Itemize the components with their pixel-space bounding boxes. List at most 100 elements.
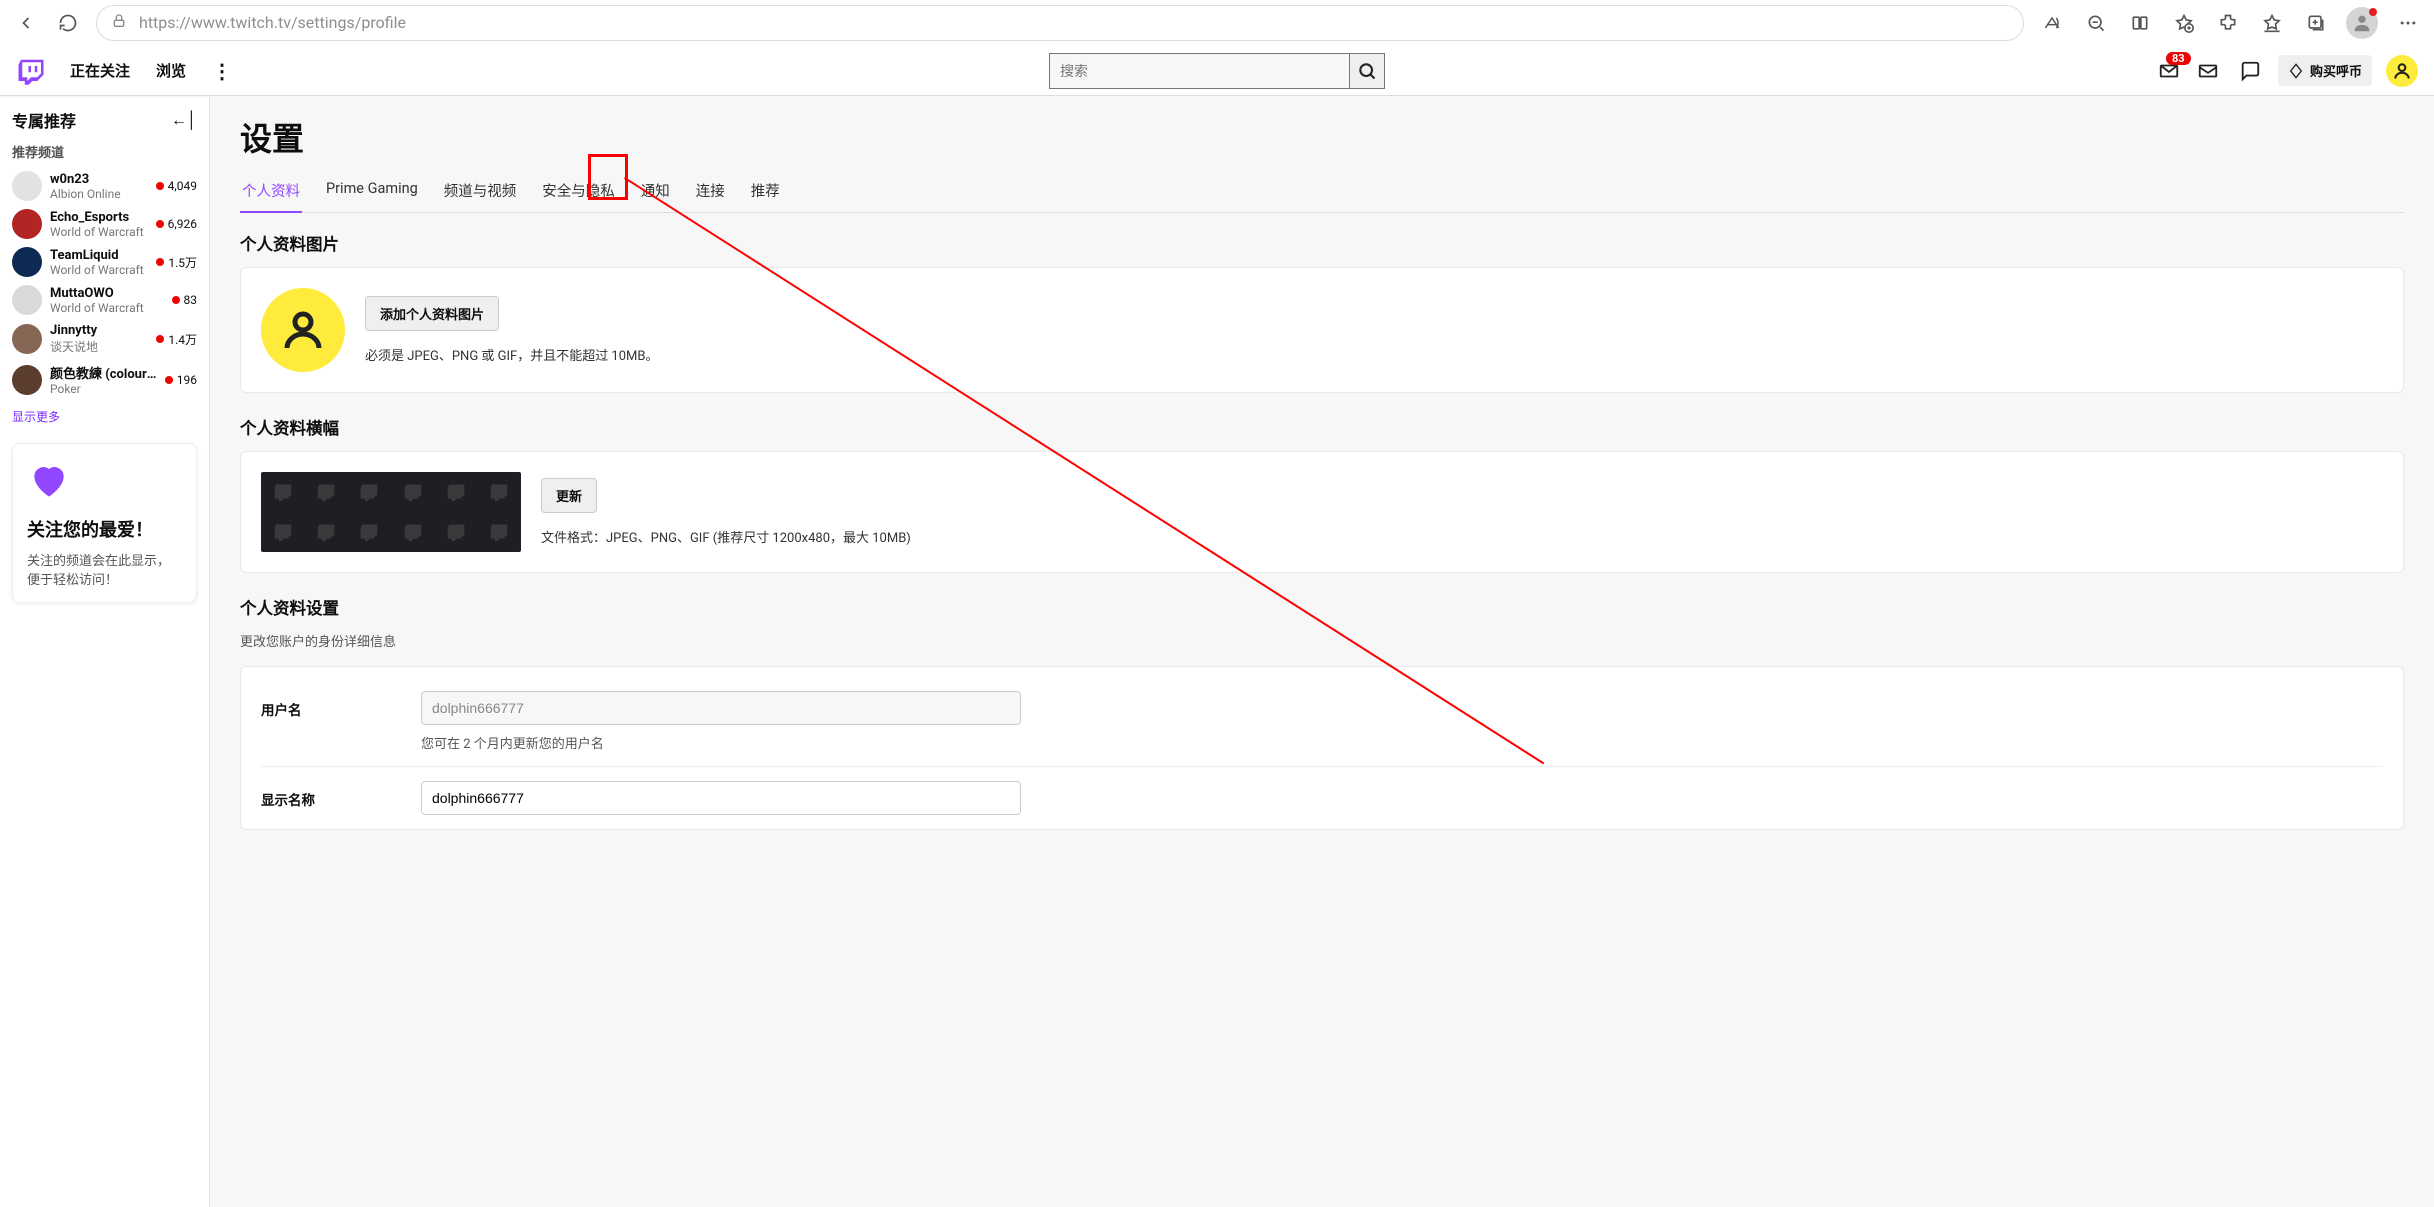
read-aloud-icon[interactable]	[2038, 9, 2066, 37]
channel-avatar	[12, 209, 42, 239]
twitch-logo[interactable]	[16, 56, 46, 86]
channel-game: 谈天说地	[50, 338, 148, 355]
live-dot-icon	[165, 376, 173, 384]
show-more-link[interactable]: 显示更多	[8, 400, 201, 433]
username-helper: 您可在 2 个月内更新您的用户名	[421, 733, 1021, 752]
buy-bits-button[interactable]: 购买呼币	[2278, 55, 2372, 86]
channel-game: World of Warcraft	[50, 263, 148, 277]
sidebar-header: 专属推荐	[12, 108, 76, 132]
channel-name: w0n23	[50, 172, 148, 187]
channel-viewers: 1.4万	[156, 331, 197, 348]
section-profile-pic: 个人资料图片	[240, 231, 2404, 255]
displayname-input[interactable]	[421, 781, 1021, 815]
notif-badge: 83	[2166, 52, 2191, 65]
more-icon[interactable]	[2394, 9, 2422, 37]
favorite-icon[interactable]	[2170, 9, 2198, 37]
split-screen-icon[interactable]	[2126, 9, 2154, 37]
nav-browse[interactable]: 浏览	[156, 60, 186, 81]
tab-6[interactable]: 推荐	[749, 174, 782, 212]
page-title: 设置	[240, 114, 2404, 160]
live-dot-icon	[156, 182, 164, 190]
search-bar	[1049, 53, 1385, 89]
channel-name: 颜色教練 (colour10...	[50, 363, 157, 382]
nav-following[interactable]: 正在关注	[70, 60, 130, 81]
lock-icon	[111, 13, 127, 33]
channel-avatar	[12, 171, 42, 201]
nav-more-icon[interactable]: ⋮	[212, 59, 232, 83]
browser-toolbar: https://www.twitch.tv/settings/profile	[0, 0, 2434, 46]
channel-viewers: 1.5万	[156, 254, 197, 271]
channel-avatar	[12, 247, 42, 277]
banner-preview	[261, 472, 521, 552]
search-input[interactable]	[1049, 53, 1349, 89]
refresh-button[interactable]	[54, 9, 82, 37]
channel-name: Jinnytty	[50, 323, 148, 338]
back-button[interactable]	[12, 9, 40, 37]
channel-viewers: 196	[165, 373, 197, 387]
update-banner-button[interactable]: 更新	[541, 478, 597, 513]
address-bar[interactable]: https://www.twitch.tv/settings/profile	[96, 5, 2024, 41]
tab-0[interactable]: 个人资料	[240, 174, 302, 213]
extensions-icon[interactable]	[2214, 9, 2242, 37]
inbox-icon[interactable]: 83	[2158, 60, 2180, 82]
profile-pic-preview	[261, 288, 345, 372]
section-profile-settings: 个人资料设置	[240, 595, 2404, 619]
follow-promo: 关注您的最爱！ 关注的频道会在此显示，便于轻松访问！	[12, 443, 197, 603]
collections-icon[interactable]	[2302, 9, 2330, 37]
channel-name: MuttaOWO	[50, 286, 164, 301]
sidebar-section-label: 推荐频道	[8, 138, 201, 167]
collapse-icon[interactable]: ←│	[171, 110, 197, 130]
channel-avatar	[12, 365, 42, 395]
channel-avatar	[12, 285, 42, 315]
favorites-bar-icon[interactable]	[2258, 9, 2286, 37]
section-banner: 个人资料横幅	[240, 415, 2404, 439]
twitch-topbar: 正在关注 浏览 ⋮ 83 购买呼币	[0, 46, 2434, 96]
sidebar: 专属推荐 ←│ 推荐频道 w0n23Albion Online 4,049 Ec…	[0, 96, 210, 1207]
username-label: 用户名	[261, 691, 381, 719]
channel-viewers: 4,049	[156, 179, 197, 193]
channel-viewers: 83	[172, 293, 198, 307]
channel-item[interactable]: w0n23Albion Online 4,049	[8, 167, 201, 205]
live-dot-icon	[156, 220, 164, 228]
search-button[interactable]	[1349, 53, 1385, 89]
channel-item[interactable]: 颜色教練 (colour10...Poker 196	[8, 359, 201, 400]
tab-5[interactable]: 连接	[694, 174, 727, 212]
channel-viewers: 6,926	[156, 217, 197, 231]
heart-icon	[27, 490, 71, 506]
promo-title: 关注您的最爱！	[27, 516, 182, 542]
tab-4[interactable]: 通知	[639, 174, 672, 212]
promo-text: 关注的频道会在此显示，便于轻松访问！	[27, 550, 182, 588]
tab-1[interactable]: Prime Gaming	[324, 174, 420, 212]
channel-game: Poker	[50, 382, 157, 396]
username-input	[421, 691, 1021, 725]
add-profile-pic-button[interactable]: 添加个人资料图片	[365, 296, 499, 331]
channel-game: Albion Online	[50, 187, 148, 201]
browser-profile-icon[interactable]	[2346, 7, 2378, 39]
live-dot-icon	[172, 296, 180, 304]
channel-name: Echo_Esports	[50, 210, 148, 225]
channel-game: World of Warcraft	[50, 301, 164, 315]
channel-item[interactable]: MuttaOWOWorld of Warcraft 83	[8, 281, 201, 319]
bits-label: 购买呼币	[2310, 61, 2362, 80]
channel-item[interactable]: TeamLiquidWorld of Warcraft 1.5万	[8, 243, 201, 281]
channel-name: TeamLiquid	[50, 248, 148, 263]
profile-settings-desc: 更改您账户的身份详细信息	[240, 631, 2404, 650]
banner-hint: 文件格式：JPEG、PNG、GIF (推荐尺寸 1200x480，最大 10MB…	[541, 527, 911, 546]
url-text: https://www.twitch.tv/settings/profile	[139, 13, 406, 32]
zoom-out-icon[interactable]	[2082, 9, 2110, 37]
settings-content: 设置 个人资料 Prime Gaming 频道与视频安全与隐私通知连接推荐 个人资料…	[210, 96, 2434, 1207]
displayname-label: 显示名称	[261, 781, 381, 809]
channel-item[interactable]: Jinnytty谈天说地 1.4万	[8, 319, 201, 359]
tab-2[interactable]: 频道与视频	[442, 174, 519, 212]
profile-pic-hint: 必须是 JPEG、PNG 或 GIF，并且不能超过 10MB。	[365, 345, 658, 364]
live-dot-icon	[156, 335, 164, 343]
channel-avatar	[12, 324, 42, 354]
channel-game: World of Warcraft	[50, 225, 148, 239]
live-dot-icon	[156, 258, 164, 266]
tab-3[interactable]: 安全与隐私	[540, 174, 617, 212]
user-avatar[interactable]	[2386, 55, 2418, 87]
settings-tabs: 个人资料 Prime Gaming 频道与视频安全与隐私通知连接推荐	[240, 174, 2404, 213]
envelope-icon[interactable]	[2194, 57, 2222, 85]
channel-item[interactable]: Echo_EsportsWorld of Warcraft 6,926	[8, 205, 201, 243]
whispers-icon[interactable]	[2236, 57, 2264, 85]
